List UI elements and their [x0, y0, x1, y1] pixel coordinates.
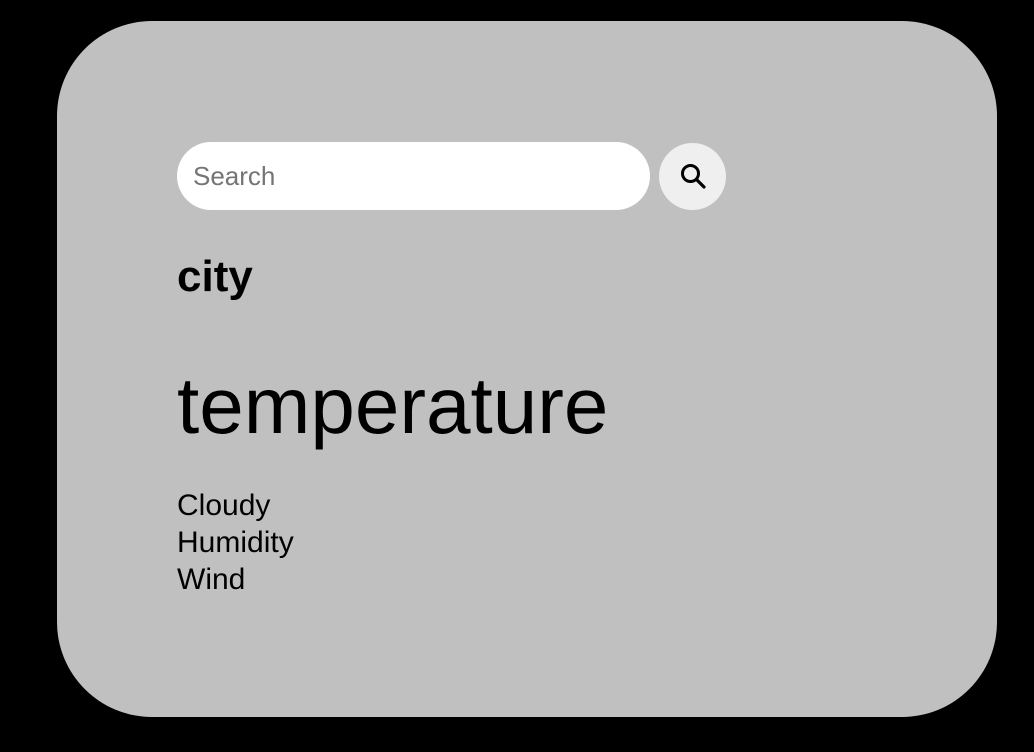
wind-text: Wind [177, 563, 246, 596]
temperature-value: temperature [177, 361, 609, 450]
condition-text: Cloudy [177, 489, 271, 522]
humidity-text: Humidity [177, 526, 294, 559]
city-name: city [177, 252, 253, 301]
search-button[interactable] [659, 142, 726, 210]
weather-details: Cloudy Humidity Wind [177, 487, 294, 598]
weather-card: city temperature Cloudy Humidity Wind [57, 21, 997, 717]
search-bar [177, 142, 726, 210]
search-input[interactable] [177, 142, 650, 210]
search-icon [680, 164, 706, 189]
